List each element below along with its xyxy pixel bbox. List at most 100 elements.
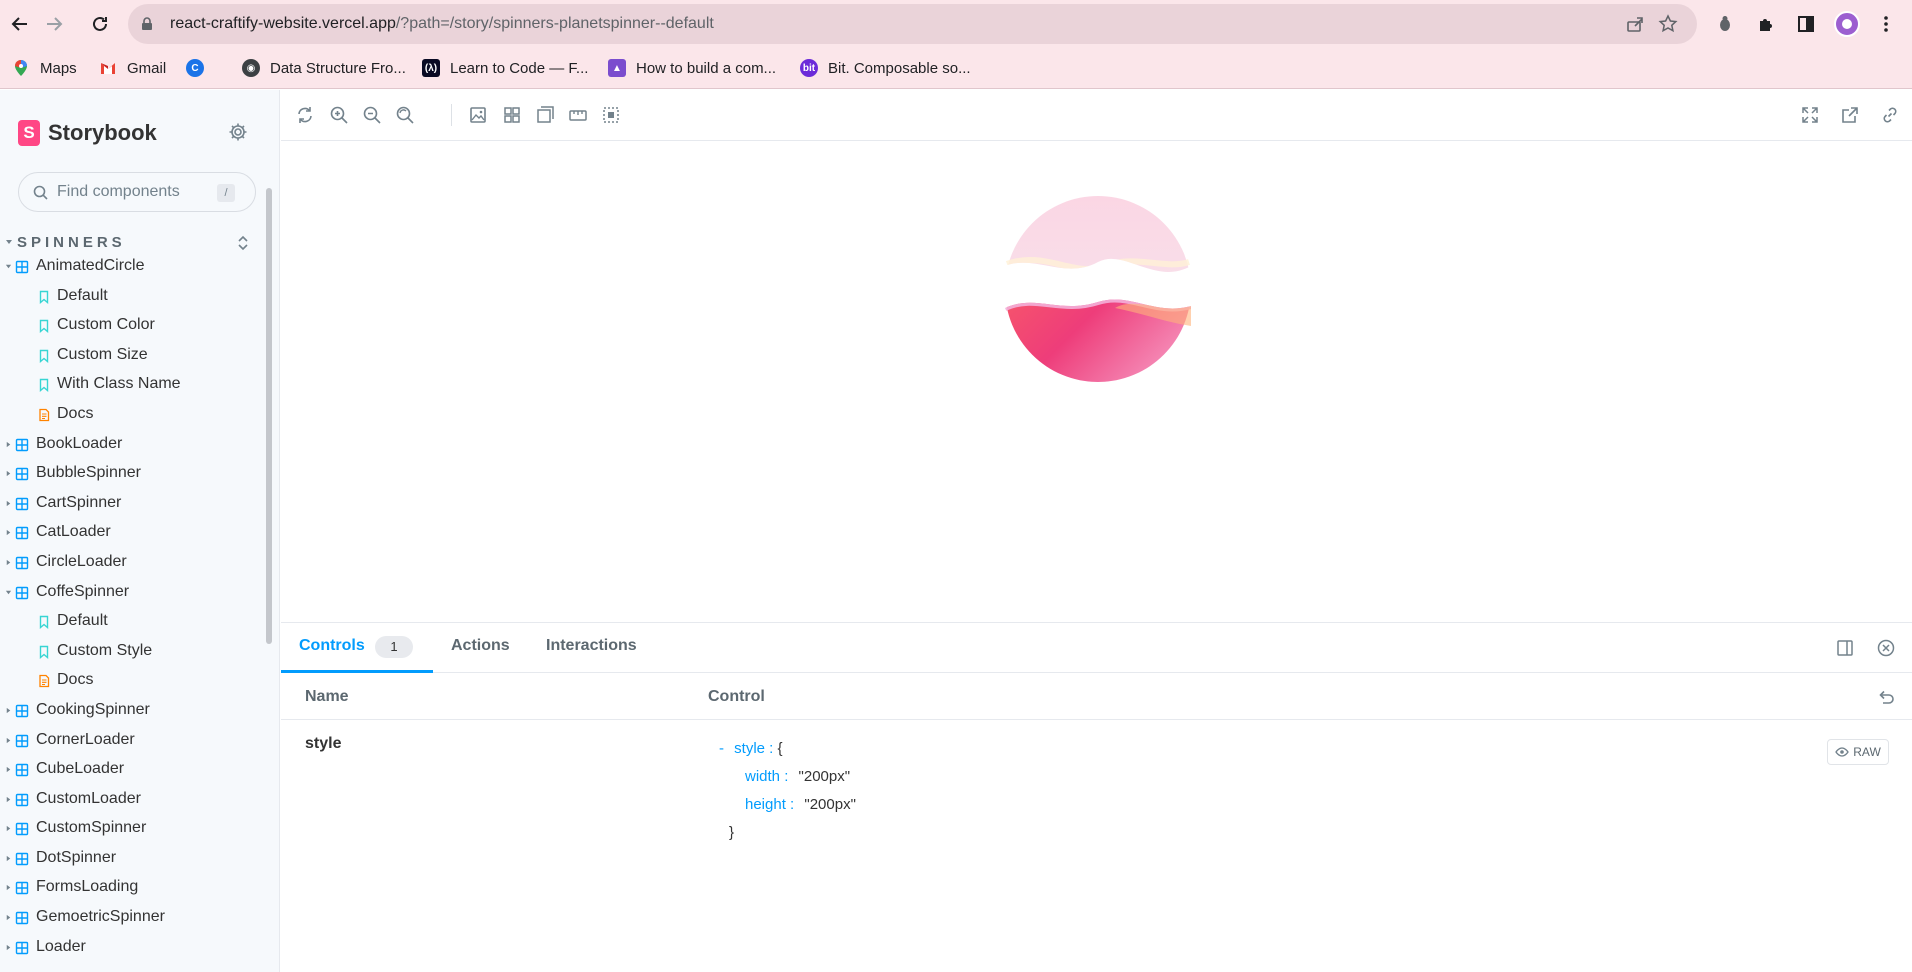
fullscreen-icon[interactable]: [1800, 105, 1820, 125]
expand-collapse-icon[interactable]: [236, 234, 250, 252]
chevron-right-icon[interactable]: [5, 796, 12, 803]
tree-story-item[interactable]: Custom Style: [0, 637, 262, 667]
chevron-right-icon[interactable]: [5, 737, 12, 744]
tree-component-item[interactable]: Loader: [0, 933, 262, 963]
address-bar[interactable]: react-craftify-website.vercel.app/?path=…: [128, 4, 1697, 44]
chevron-down-icon[interactable]: [5, 263, 12, 270]
tree-docs-item[interactable]: Docs: [0, 400, 262, 430]
tree-component-item[interactable]: CookingSpinner: [0, 696, 262, 726]
tab-actions[interactable]: Actions: [451, 637, 510, 655]
bookmark-gmail[interactable]: Gmail: [99, 56, 166, 80]
json-prop-height[interactable]: height : "200px": [713, 791, 856, 819]
tree-component-item[interactable]: BubbleSpinner: [0, 459, 262, 489]
canvas-toolbar: [281, 90, 1912, 141]
zoom-in-icon[interactable]: [329, 105, 349, 125]
tree-component-item[interactable]: CornerLoader: [0, 726, 262, 756]
tree-component-item[interactable]: FormsLoading: [0, 873, 262, 903]
copy-link-icon[interactable]: [1880, 105, 1900, 125]
chevron-right-icon[interactable]: [5, 529, 12, 536]
open-new-tab-icon[interactable]: [1840, 105, 1860, 125]
tree-item-label: Loader: [36, 937, 86, 955]
tree-component-item[interactable]: CoffeSpinner: [0, 578, 262, 608]
search-input[interactable]: [57, 181, 227, 203]
chevron-down-icon[interactable]: [5, 589, 12, 596]
tree-component-item[interactable]: CustomSpinner: [0, 814, 262, 844]
chevron-right-icon[interactable]: [5, 825, 12, 832]
share-icon[interactable]: [1625, 14, 1645, 34]
panel-orientation-icon[interactable]: [1836, 639, 1854, 657]
tree-item-label: DotSpinner: [36, 848, 117, 866]
side-panel-icon[interactable]: [1794, 12, 1818, 36]
close-panel-icon[interactable]: [1877, 639, 1895, 657]
c-icon: C: [186, 59, 204, 77]
bookmark-maps[interactable]: Maps: [12, 56, 77, 80]
sidebar-scrollbar[interactable]: [266, 188, 272, 644]
grid-icon[interactable]: [502, 105, 522, 125]
search-field[interactable]: /: [18, 172, 256, 212]
chevron-right-icon[interactable]: [5, 766, 12, 773]
object-control-editor[interactable]: - style : { width : "200px" height : "20…: [713, 735, 856, 847]
tree-component-item[interactable]: CubeLoader: [0, 755, 262, 785]
chevron-right-icon[interactable]: [5, 855, 12, 862]
bug-extension-icon[interactable]: [1713, 12, 1737, 36]
tree-component-item[interactable]: DotSpinner: [0, 844, 262, 874]
background-image-icon[interactable]: [468, 105, 488, 125]
chrome-menu-icon[interactable]: [1874, 12, 1898, 36]
component-icon: [15, 527, 29, 540]
tree-component-item[interactable]: CircleLoader: [0, 548, 262, 578]
measure-icon[interactable]: [568, 105, 588, 125]
tree-component-item[interactable]: CartSpinner: [0, 489, 262, 519]
tree-story-item[interactable]: Default: [0, 282, 262, 312]
tree-component-item[interactable]: BookLoader: [0, 430, 262, 460]
tree-component-item[interactable]: AnimatedCircle: [0, 252, 262, 282]
gear-icon[interactable]: [228, 122, 248, 142]
tree-story-item[interactable]: Custom Size: [0, 341, 262, 371]
tab-controls[interactable]: Controls: [299, 637, 365, 655]
storybook-brand[interactable]: S Storybook: [18, 120, 157, 146]
json-value[interactable]: "200px": [804, 796, 856, 813]
chevron-right-icon[interactable]: [5, 914, 12, 921]
reload-button[interactable]: [84, 8, 116, 40]
outline-icon[interactable]: [601, 105, 621, 125]
bookmark-data-structure[interactable]: ◉ Data Structure Fro...: [242, 56, 406, 80]
forward-button[interactable]: [38, 8, 70, 40]
raw-toggle-button[interactable]: RAW: [1827, 739, 1889, 765]
chevron-right-icon[interactable]: [5, 944, 12, 951]
bookmark-c[interactable]: C: [186, 56, 214, 80]
remount-icon[interactable]: [295, 105, 315, 125]
collapse-toggle[interactable]: -: [719, 740, 724, 757]
reset-controls-icon[interactable]: [1877, 688, 1895, 706]
viewport-icon[interactable]: [535, 105, 555, 125]
zoom-reset-icon[interactable]: [395, 105, 415, 125]
tree-story-item[interactable]: Custom Color: [0, 311, 262, 341]
tree-item-label: GemoetricSpinner: [36, 908, 165, 926]
section-spinners[interactable]: SPINNERS: [0, 233, 260, 253]
tree-component-item[interactable]: CatLoader: [0, 518, 262, 548]
zoom-out-icon[interactable]: [362, 105, 382, 125]
tree-component-item[interactable]: GemoetricSpinner: [0, 903, 262, 933]
tree-story-item[interactable]: With Class Name: [0, 370, 262, 400]
tree-docs-item[interactable]: Docs: [0, 666, 262, 696]
back-button[interactable]: [4, 8, 36, 40]
bookmark-bit[interactable]: bit Bit. Composable so...: [800, 56, 971, 80]
chevron-right-icon[interactable]: [5, 559, 12, 566]
json-root-key[interactable]: style: [734, 740, 765, 757]
tree-component-item[interactable]: CustomLoader: [0, 785, 262, 815]
json-value[interactable]: "200px": [799, 768, 851, 785]
chevron-right-icon[interactable]: [5, 707, 12, 714]
tree-item-label: AnimatedCircle: [36, 257, 145, 274]
chevron-right-icon[interactable]: [5, 470, 12, 477]
profile-avatar[interactable]: [1834, 11, 1860, 37]
storybook-sidebar: S Storybook / SPINNERS AnimatedCircle Def…: [0, 90, 280, 972]
chevron-right-icon[interactable]: [5, 441, 12, 448]
chevron-right-icon[interactable]: [5, 884, 12, 891]
extensions-puzzle-icon[interactable]: [1754, 12, 1778, 36]
tree-story-item[interactable]: Default: [0, 607, 262, 637]
json-prop-width[interactable]: width : "200px": [713, 763, 856, 791]
star-icon[interactable]: [1658, 14, 1678, 34]
tab-interactions[interactable]: Interactions: [546, 637, 637, 655]
bookmark-freecodecamp[interactable]: (λ) Learn to Code — F...: [422, 56, 588, 80]
chevron-right-icon[interactable]: [5, 500, 12, 507]
bookmark-how-to-build[interactable]: ▲ How to build a com...: [608, 56, 776, 80]
bit-icon: bit: [800, 59, 818, 77]
